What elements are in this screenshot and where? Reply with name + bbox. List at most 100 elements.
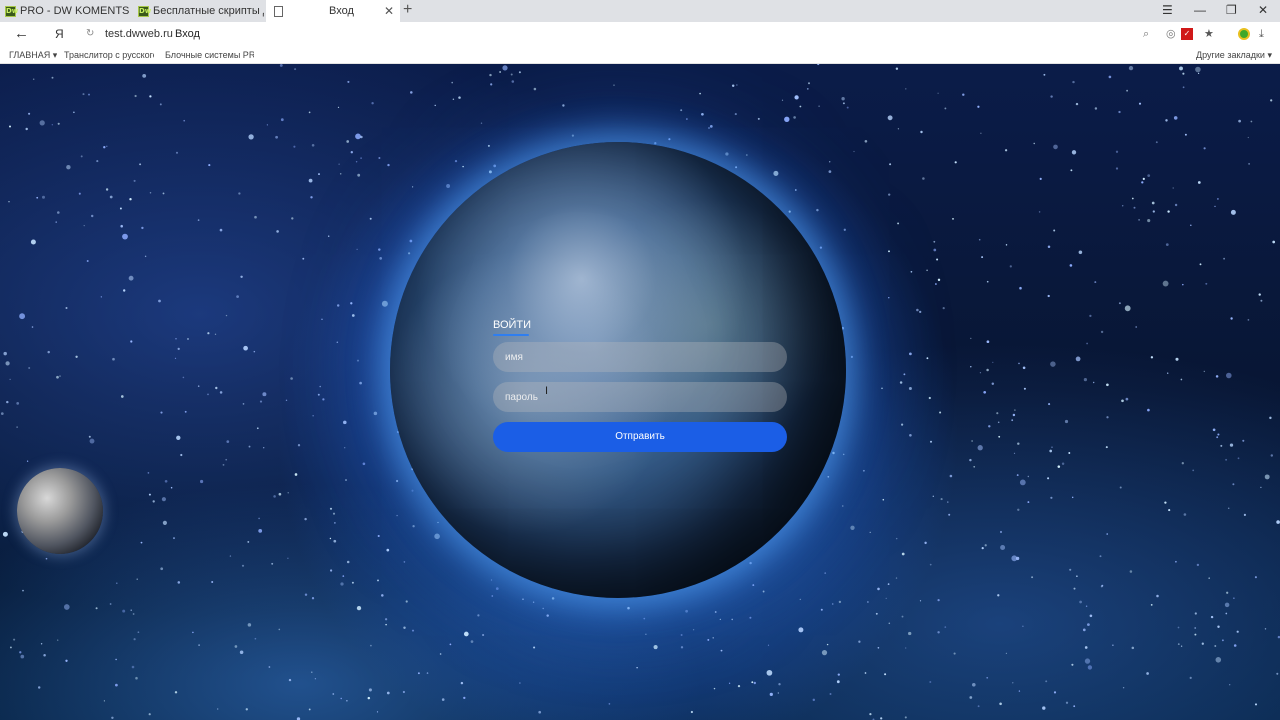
tab-login[interactable]: Вход ✕ <box>266 0 400 22</box>
star <box>66 164 71 170</box>
star <box>980 132 982 134</box>
star <box>477 614 480 617</box>
star <box>1269 416 1272 420</box>
name-input[interactable] <box>493 342 787 372</box>
star <box>1115 167 1119 170</box>
other-bookmarks[interactable]: Другие закладки ▾ <box>1196 50 1272 61</box>
star <box>122 609 126 613</box>
star <box>973 465 976 468</box>
star <box>174 357 177 360</box>
star <box>643 617 646 620</box>
star <box>1203 370 1205 373</box>
star <box>969 696 973 699</box>
star <box>28 112 31 115</box>
star <box>187 338 189 340</box>
new-tab-button[interactable]: + <box>403 2 412 18</box>
star <box>128 275 134 281</box>
star <box>16 426 18 428</box>
star <box>262 392 267 397</box>
star <box>1217 433 1220 436</box>
star <box>350 151 353 154</box>
back-arrow-icon[interactable]: ← <box>14 25 29 42</box>
star <box>970 366 972 368</box>
star <box>304 517 307 521</box>
star <box>214 333 217 335</box>
download-icon[interactable]: ⤓ <box>1259 27 1264 41</box>
star <box>9 378 11 381</box>
star <box>417 672 420 675</box>
star <box>826 643 829 646</box>
reload-icon[interactable]: ↻ <box>86 27 94 41</box>
star <box>26 460 29 462</box>
submit-button[interactable]: Отправить <box>493 422 787 452</box>
star <box>1072 80 1075 84</box>
star <box>971 440 973 442</box>
tab-free-scripts[interactable]: Dw Бесплатные скрипты для са <box>133 0 264 22</box>
star <box>1172 187 1174 189</box>
star <box>241 564 245 567</box>
restore-button[interactable]: ❐ <box>1226 3 1237 17</box>
star <box>219 228 223 232</box>
star <box>271 562 274 565</box>
star <box>686 118 688 120</box>
star <box>1197 72 1200 75</box>
star <box>986 368 989 372</box>
bookmark-main[interactable]: ГЛАВНАЯ ▾ <box>9 50 57 61</box>
tab-pro-dw-koments[interactable]: Dw PRO - DW KOMENTS – про <box>0 0 131 22</box>
close-tab-icon[interactable]: ✕ <box>384 4 394 18</box>
minimize-button[interactable]: — <box>1194 3 1206 17</box>
star <box>532 601 535 603</box>
star <box>762 590 765 593</box>
star <box>828 170 832 173</box>
bookmark-block-systems[interactable]: Блочные системы PRO <box>165 50 254 61</box>
star <box>1215 657 1222 663</box>
password-input[interactable] <box>493 382 787 412</box>
star <box>1122 686 1125 689</box>
star <box>9 125 11 128</box>
star <box>1197 181 1201 184</box>
star <box>858 640 861 643</box>
star <box>359 381 362 385</box>
star <box>829 693 832 695</box>
star <box>571 134 575 137</box>
star <box>115 683 118 687</box>
title-underline <box>493 334 529 336</box>
star <box>369 217 372 220</box>
menu-icon[interactable]: ☰ <box>1162 3 1173 17</box>
star <box>57 122 60 125</box>
star <box>1162 280 1169 287</box>
star <box>1082 628 1086 632</box>
star <box>160 567 164 571</box>
protect-icon[interactable]: ◎ <box>1166 27 1176 41</box>
star <box>1189 676 1192 680</box>
star <box>437 521 439 524</box>
yandex-icon[interactable]: Я <box>55 26 64 42</box>
star <box>275 135 278 139</box>
star <box>149 95 152 98</box>
star <box>1047 477 1050 480</box>
url-text[interactable]: test.dwweb.ru <box>105 27 173 41</box>
star <box>1165 243 1169 246</box>
tab-label: PRO - DW KOMENTS – про <box>20 5 131 17</box>
extension-icon[interactable]: ✓ <box>1181 28 1193 40</box>
bookmark-translit[interactable]: Транслитор с русского <box>64 50 154 61</box>
star <box>1196 563 1200 567</box>
star <box>8 200 10 203</box>
close-window-button[interactable]: ✕ <box>1258 3 1268 17</box>
star <box>1121 205 1124 207</box>
star <box>310 196 313 199</box>
star-bookmark-icon[interactable]: ★ <box>1204 27 1214 41</box>
star <box>1033 142 1035 145</box>
star <box>1042 706 1046 710</box>
star <box>1043 73 1046 76</box>
star <box>1233 644 1237 647</box>
star <box>1070 169 1073 172</box>
star <box>2 531 8 537</box>
star <box>176 435 181 440</box>
star <box>1217 625 1220 628</box>
extension-green-icon[interactable] <box>1238 28 1250 40</box>
text-cursor-icon: I <box>545 385 549 397</box>
star <box>919 310 922 314</box>
search-icon[interactable]: ⌕ <box>1143 27 1149 41</box>
star <box>899 381 903 384</box>
